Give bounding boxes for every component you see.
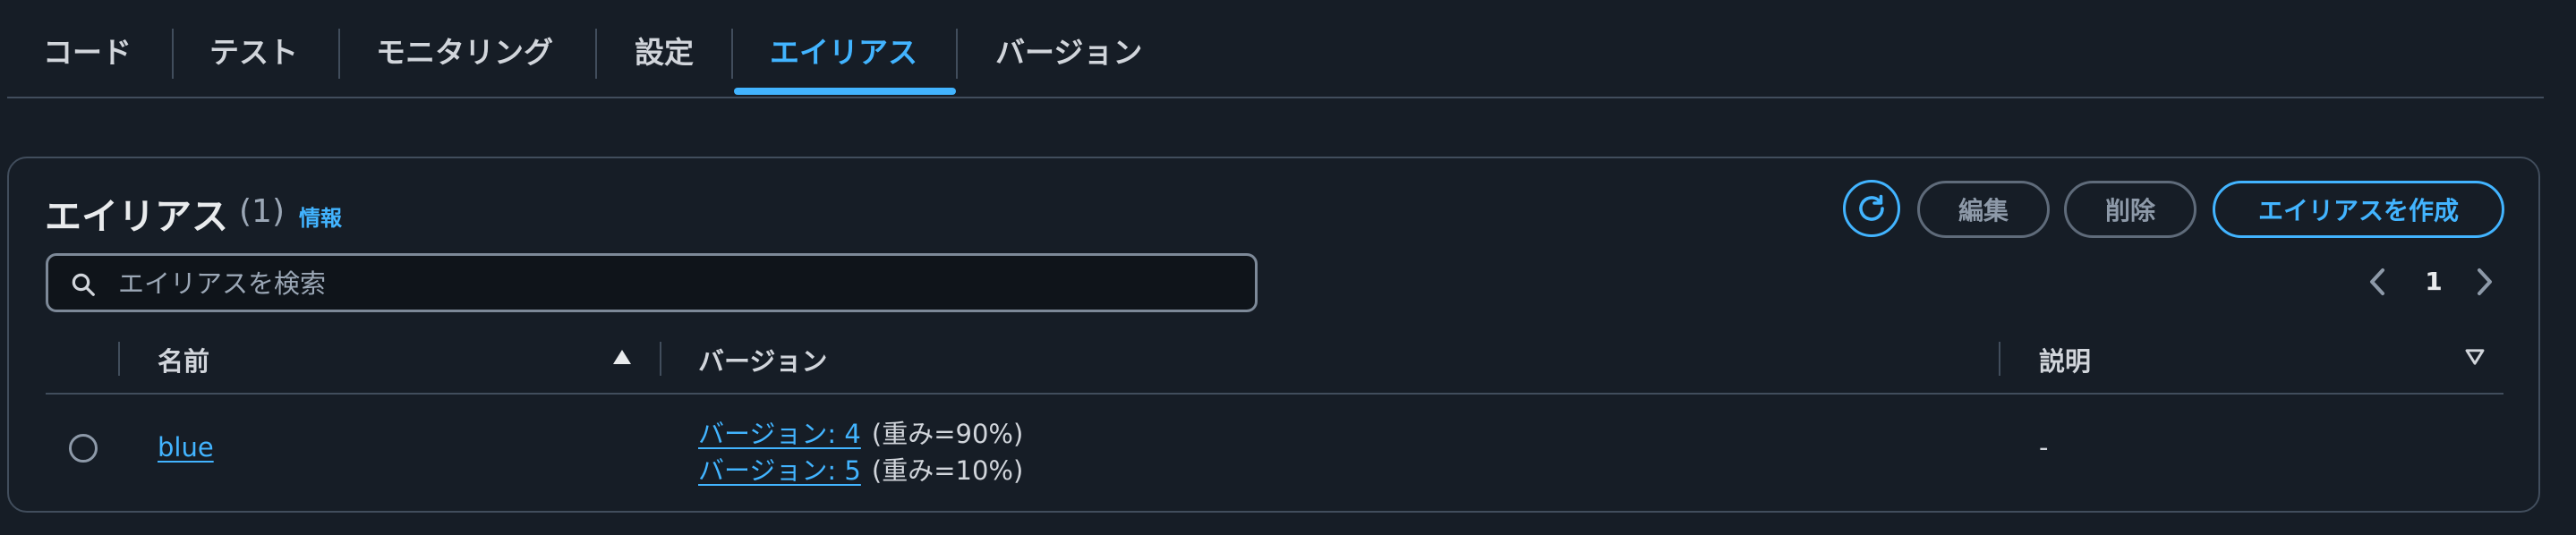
row-select-radio[interactable]: [69, 434, 98, 463]
search-input[interactable]: [116, 256, 1248, 311]
column-divider: [660, 342, 661, 376]
version-entry: バージョン: 5 (重み=10%): [698, 450, 1023, 488]
column-header-version[interactable]: バージョン: [698, 341, 827, 378]
tab-divider: [338, 29, 340, 79]
column-divider: [118, 342, 120, 376]
tab-bar-divider: [7, 97, 2544, 98]
tab-versions[interactable]: バージョン: [995, 29, 1142, 79]
version-weight: (重み=90%): [871, 419, 1024, 449]
alias-name-link[interactable]: blue: [158, 432, 214, 463]
chevron-left-icon[interactable]: [2365, 267, 2390, 297]
tab-divider: [172, 29, 174, 79]
refresh-button[interactable]: [1843, 180, 1900, 237]
sort-ascending-icon[interactable]: [611, 348, 633, 366]
version-link[interactable]: バージョン: 5: [698, 455, 861, 486]
current-page-number[interactable]: 1: [2422, 267, 2445, 296]
search-icon: [72, 273, 95, 296]
tab-aliases[interactable]: エイリアス: [770, 29, 917, 79]
table-header-divider: [46, 393, 2503, 395]
tab-test[interactable]: テスト: [209, 29, 298, 79]
tab-settings[interactable]: 設定: [635, 29, 694, 79]
edit-button[interactable]: 編集: [1917, 181, 2050, 238]
alias-count: (1): [239, 193, 285, 230]
tab-bar: コード テスト モニタリング 設定 エイリアス バージョン: [0, 0, 2544, 98]
create-alias-button[interactable]: エイリアスを作成: [2213, 181, 2504, 238]
column-header-name[interactable]: 名前: [158, 341, 209, 378]
column-header-description[interactable]: 説明: [2039, 341, 2091, 378]
tab-divider: [956, 29, 958, 79]
info-link[interactable]: 情報: [299, 200, 342, 232]
panel-title: エイリアス: [45, 195, 228, 238]
sort-descending-icon[interactable]: [2465, 349, 2485, 365]
tab-monitoring[interactable]: モニタリング: [376, 29, 553, 79]
description-cell: -: [2039, 432, 2049, 463]
tab-code[interactable]: コード: [43, 29, 132, 79]
version-entry: バージョン: 4 (重み=90%): [698, 413, 1023, 451]
active-tab-indicator: [734, 88, 956, 95]
refresh-icon: [1859, 194, 1884, 221]
version-weight: (重み=10%): [871, 455, 1024, 486]
tab-divider: [731, 29, 733, 79]
version-link[interactable]: バージョン: 4: [698, 419, 861, 449]
search-box: [46, 253, 1258, 312]
tab-divider: [595, 29, 597, 79]
delete-button[interactable]: 削除: [2064, 181, 2196, 238]
column-divider: [1999, 342, 2000, 376]
chevron-right-icon[interactable]: [2472, 267, 2497, 297]
